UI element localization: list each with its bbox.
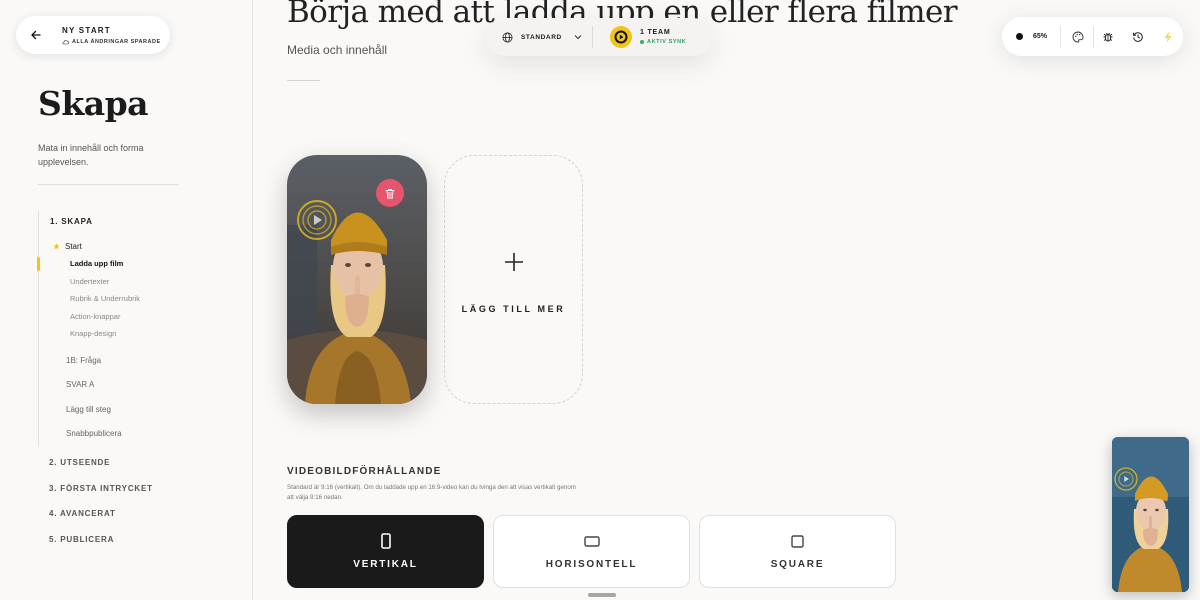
landscape-icon <box>583 535 600 547</box>
cloud-check-icon <box>62 39 69 44</box>
trash-icon <box>385 188 395 198</box>
nav-sub-undertexter[interactable]: Undertexter <box>39 273 238 291</box>
team-logo-icon <box>610 26 632 48</box>
nav-item-svar-a[interactable]: SVAR A <box>39 373 238 398</box>
video-thumbnail <box>287 155 427 404</box>
arrow-left-icon <box>31 30 41 40</box>
nav-item-fraga[interactable]: 1B: Fråga <box>39 349 238 374</box>
save-status-text: ALLA ÄNDRINGAR SPARADE <box>72 38 161 45</box>
toolbar-divider <box>1059 25 1061 48</box>
bug-icon <box>1103 32 1113 41</box>
chevron-down-icon <box>574 35 582 40</box>
sidebar-description: Mata in innehåll och forma upplevelsen. <box>38 143 144 167</box>
nav-sub-knapp-design[interactable]: Knapp-design <box>39 325 238 343</box>
sidebar: NY START ALLA ÄNDRINGAR SPARADE Skapa Ma… <box>0 0 253 600</box>
team-indicator[interactable]: 1 TEAM AKTIV SYNK <box>610 26 686 48</box>
palette-icon <box>1072 31 1084 42</box>
back-button[interactable] <box>22 21 50 49</box>
sync-dot-icon <box>640 40 644 44</box>
top-toolbar: 65% <box>1002 17 1183 56</box>
nav-item-start-label: Start <box>65 242 82 251</box>
video-preview[interactable] <box>1112 437 1189 592</box>
page-subtitle: Media och innehåll <box>287 43 388 57</box>
aspect-ratio-title: VIDEOBILDFÖRHÅLLANDE <box>287 466 442 477</box>
lightning-icon <box>1164 31 1172 42</box>
sync-status: AKTIV SYNK <box>640 39 686 45</box>
step-sections: 2. UTSEENDE 3. FÖRSTA INTRYCKET 4. AVANC… <box>38 450 238 553</box>
palette-button[interactable] <box>1063 22 1093 52</box>
nav-section-publicera[interactable]: 5. PUBLICERA <box>38 527 238 553</box>
globe-icon <box>502 32 513 42</box>
nav-tree: 1. SKAPA Start Ladda upp film Undertexte… <box>37 211 238 447</box>
nav-sub-action-knappar[interactable]: Action-knappar <box>39 308 238 326</box>
nav-sub-ladda-upp-film[interactable]: Ladda upp film <box>37 255 238 273</box>
sidebar-title: Skapa <box>38 84 149 123</box>
aspect-option-vertikal[interactable]: VERTIKAL <box>287 515 484 588</box>
record-dot-icon <box>1016 33 1023 40</box>
aspect-option-label: HORISONTELL <box>545 559 638 570</box>
team-name: 1 TEAM <box>640 29 671 36</box>
aspect-ratio-help: Standard är 9:16 (vertikalt). Om du ladd… <box>287 484 576 501</box>
debug-button[interactable] <box>1094 22 1124 52</box>
step-navigation: 1. SKAPA Start Ladda upp film Undertexte… <box>37 211 238 447</box>
pill-divider <box>592 26 593 48</box>
nav-section-utseende[interactable]: 2. UTSEENDE <box>38 450 238 476</box>
language-select[interactable]: STANDARD <box>486 18 592 56</box>
zoom-control[interactable]: 65% <box>1002 33 1060 40</box>
nav-item-lagg-till-steg[interactable]: Lägg till steg <box>39 398 238 423</box>
page-divider <box>287 80 320 81</box>
language-value: STANDARD <box>521 33 562 41</box>
portrait-icon <box>380 533 391 549</box>
sync-status-text: AKTIV SYNK <box>647 39 687 45</box>
square-icon <box>791 534 804 548</box>
save-status: ALLA ÄNDRINGAR SPARADE <box>62 39 161 45</box>
history-button[interactable] <box>1123 22 1153 52</box>
aspect-option-label: VERTIKAL <box>353 559 418 570</box>
nav-section-forsta-intrycket[interactable]: 3. FÖRSTA INTRYCKET <box>38 476 238 502</box>
star-icon <box>53 243 60 250</box>
project-header-pill: NY START ALLA ÄNDRINGAR SPARADE <box>16 16 170 54</box>
nav-sub-rubrik[interactable]: Rubrik & Underrubrik <box>39 290 238 308</box>
sidebar-divider <box>38 184 179 185</box>
nav-section-skapa[interactable]: 1. SKAPA <box>39 211 238 232</box>
plus-icon <box>504 253 523 271</box>
add-more-card[interactable]: LÄGG TILL MER <box>444 155 583 404</box>
history-icon <box>1133 31 1144 42</box>
delete-video-button[interactable] <box>376 179 404 207</box>
aspect-option-square[interactable]: SQUARE <box>699 515 896 588</box>
project-title: NY START <box>62 25 111 35</box>
preview-thumbnail <box>1112 437 1189 592</box>
scroll-handle[interactable] <box>588 593 616 597</box>
aspect-option-label: SQUARE <box>770 559 825 570</box>
add-more-label: LÄGG TILL MER <box>461 304 566 314</box>
aspect-option-horisontell[interactable]: HORISONTELL <box>493 515 690 588</box>
quick-action-button[interactable] <box>1153 22 1183 52</box>
nav-item-snabbpublicera[interactable]: Snabbpublicera <box>39 422 238 447</box>
zoom-value: 65% <box>1033 33 1048 40</box>
uploaded-video-card[interactable] <box>287 155 427 404</box>
top-status-pill: STANDARD 1 TEAM AKTIV SYNK <box>486 18 712 56</box>
nav-section-avancerat[interactable]: 4. AVANCERAT <box>38 501 238 527</box>
nav-item-start[interactable]: Start <box>39 238 238 255</box>
